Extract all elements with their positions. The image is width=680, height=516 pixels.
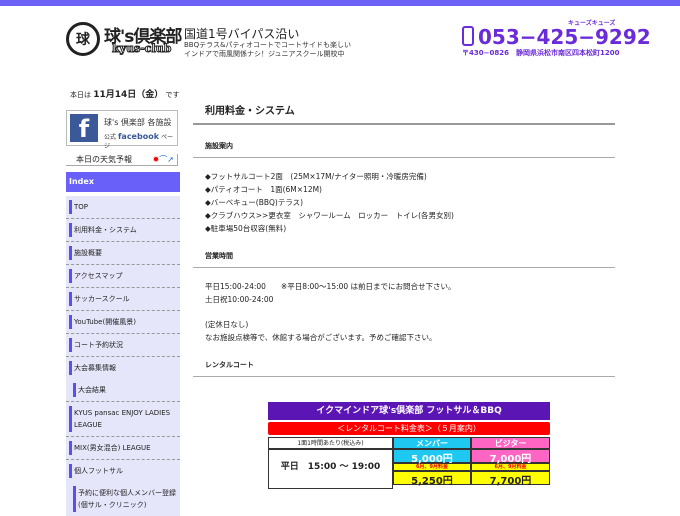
- tagline: 国道1号バイパス沿い: [184, 27, 300, 41]
- today-date: 本日は 11月14日（金） です: [70, 90, 180, 100]
- facebook-icon: f: [70, 114, 98, 143]
- facility-heading: 施設案内: [193, 125, 615, 158]
- main-content: 利用料金・システム 施設案内 ◆フットサルコート2面 (25M×17M/ナイター…: [193, 100, 615, 377]
- nav-item-member-registration[interactable]: 予約に便利な個人メンバー登録(個サル・クリニック): [66, 482, 180, 516]
- index-header: Index: [66, 172, 180, 192]
- nav-item-access[interactable]: アクセスマップ: [66, 265, 180, 288]
- top-bar: [0, 0, 680, 6]
- phone-icon: [462, 26, 474, 46]
- brand-sub: kyus-club: [111, 42, 172, 56]
- nav-item-pricing[interactable]: 利用料金・システム: [66, 219, 180, 242]
- club-logo[interactable]: 球: [66, 22, 100, 56]
- nav-item-court-reservation[interactable]: コート予約状況: [66, 334, 180, 357]
- rental-price-table: イクマインドア球's倶楽部 フットサル＆BBQ ＜レンタルコート料金表＞（５月案…: [268, 402, 550, 489]
- nav-item-mix-league[interactable]: MIX(男女混合) LEAGUE: [66, 437, 180, 460]
- tagline-sub: BBQテラス&パティオコートでコートサイドも楽しい インドアで雨風関係ナシ！ジュニ…: [184, 41, 352, 58]
- weather-icon: ✹⌒➚: [152, 155, 174, 164]
- hours-heading: 営業時間: [193, 235, 615, 268]
- facility-list: ◆フットサルコート2面 (25M×17M/ナイター照明・冷暖房完備) ◆パティオ…: [205, 172, 454, 233]
- nav-item-ladies-league[interactable]: KYUS pansac ENJOY LADIES LEAGUE: [66, 402, 180, 437]
- nav-item-tournament-info[interactable]: 大会募集情報: [66, 357, 180, 379]
- sidebar-nav: TOP 利用料金・システム 施設概要 アクセスマップ サッカースクール YouT…: [66, 196, 180, 516]
- nav-item-youtube[interactable]: YouTube(開催風景): [66, 311, 180, 334]
- phone-number[interactable]: 053−425−9292: [478, 25, 651, 49]
- nav-item-individual-futsal[interactable]: 個人フットサル: [66, 460, 180, 482]
- nav-item-tournament-results[interactable]: 大会結果: [66, 379, 180, 402]
- address: 〒430−0826 静岡県浜松市南区四本松町1200: [462, 49, 620, 57]
- nav-item-top[interactable]: TOP: [66, 196, 180, 219]
- nav-item-facility[interactable]: 施設概要: [66, 242, 180, 265]
- nav-item-soccer-school[interactable]: サッカースクール: [66, 288, 180, 311]
- hours-text: 平日15:00-24:00 ※平日8:00〜15:00 は前日までにお問合せ下さ…: [205, 282, 456, 342]
- rental-heading: レンタルコート: [193, 344, 615, 377]
- weather-link[interactable]: 本日の天気予報 ✹⌒➚: [66, 154, 178, 166]
- page-title: 利用料金・システム: [193, 100, 615, 125]
- facebook-banner[interactable]: f 球's 倶楽部 各施設 公式 facebook ページ: [66, 110, 178, 150]
